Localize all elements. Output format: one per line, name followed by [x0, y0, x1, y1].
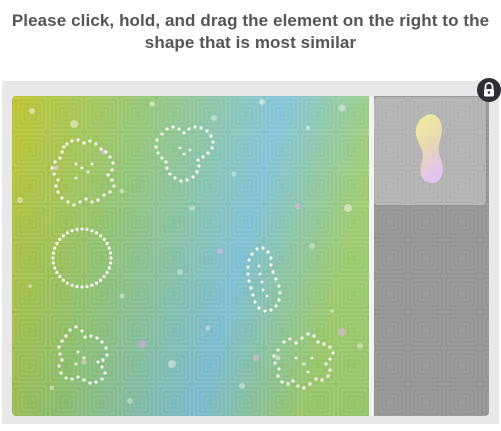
drag-element-piece[interactable]	[374, 97, 486, 205]
lock-button[interactable]	[477, 78, 501, 102]
lock-icon	[484, 82, 494, 97]
captcha-instruction: Please click, hold, and drag the element…	[11, 11, 490, 52]
